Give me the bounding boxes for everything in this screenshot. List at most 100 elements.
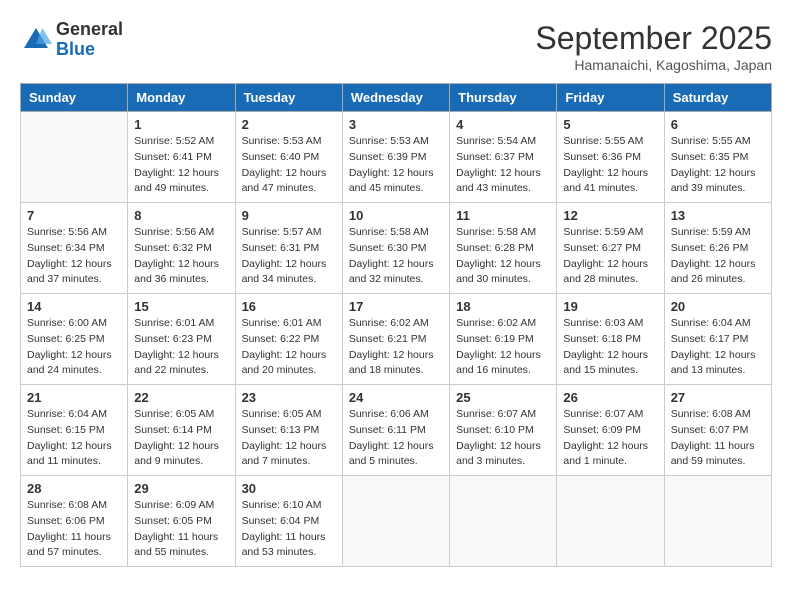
day-number: 29	[134, 481, 228, 496]
calendar-cell: 16 Sunrise: 6:01 AMSunset: 6:22 PMDayligh…	[235, 294, 342, 385]
daylight-label: Daylight: 12 hours and 22 minutes.	[134, 349, 219, 377]
calendar-week-2: 14Sunrise: 6:00 AMSunset: 6:25 PMDayligh…	[21, 294, 772, 385]
daylight-label: Daylight: 11 hours and 59 minutes.	[671, 440, 755, 468]
day-info: Sunrise: 6:01 AM Sunset: 6:23 PM Daylight:…	[134, 316, 228, 379]
sunset-label: Sunset: 6:41 PM	[134, 151, 212, 163]
day-info: Sunrise: 5:58 AMSunset: 6:28 PMDaylight:…	[456, 225, 550, 288]
calendar-cell: 19 Sunrise: 6:03 AMSunset: 6:18 PMDayligh…	[557, 294, 664, 385]
sunrise-label: Sunrise: 5:55 AM	[671, 135, 751, 147]
sunrise-label: Sunrise: 5:53 AM	[242, 135, 322, 147]
day-info: Sunrise: 6:03 AMSunset: 6:18 PMDaylight:…	[563, 316, 657, 379]
sunrise-label: Sunrise: 6:01 AM	[134, 317, 214, 329]
day-number: 17	[349, 299, 443, 314]
daylight-label: Daylight: 12 hours and 36 minutes.	[134, 258, 219, 286]
day-number: 4	[456, 117, 550, 132]
title-block: September 2025 Hamanaichi, Kagoshima, Ja…	[535, 20, 772, 73]
sunset-label: Sunset: 6:18 PM	[563, 333, 641, 345]
day-info: Sunrise: 6:09 AMSunset: 6:05 PMDaylight:…	[134, 498, 228, 561]
sunset-label: Sunset: 6:25 PM	[27, 333, 105, 345]
calendar-cell: 29 Sunrise: 6:09 AMSunset: 6:05 PMDayligh…	[128, 476, 235, 567]
sunrise-label: Sunrise: 6:05 AM	[134, 408, 214, 420]
calendar-cell: 17Sunrise: 6:02 AMSunset: 6:21 PMDayligh…	[342, 294, 449, 385]
calendar-cell: 12Sunrise: 5:59 AMSunset: 6:27 PMDayligh…	[557, 203, 664, 294]
calendar-cell: 15 Sunrise: 6:01 AM Sunset: 6:23 PM Dayligh…	[128, 294, 235, 385]
day-info: Sunrise: 6:01 AMSunset: 6:22 PMDaylight:…	[242, 316, 336, 379]
day-number: 7	[27, 208, 121, 223]
day-number: 19	[563, 299, 657, 314]
day-info: Sunrise: 6:08 AMSunset: 6:07 PMDaylight:…	[671, 407, 765, 470]
day-info: Sunrise: 6:06 AMSunset: 6:11 PMDaylight:…	[349, 407, 443, 470]
day-info: Sunrise: 6:10 AMSunset: 6:04 PMDaylight:…	[242, 498, 336, 561]
day-info: Sunrise: 5:56 AMSunset: 6:32 PMDaylight:…	[134, 225, 228, 288]
sunrise-label: Sunrise: 5:57 AM	[242, 226, 322, 238]
sunset-label: Sunset: 6:21 PM	[349, 333, 427, 345]
daylight-label: Daylight: 12 hours and 39 minutes.	[671, 167, 756, 195]
calendar-cell	[664, 476, 771, 567]
day-number: 10	[349, 208, 443, 223]
daylight-label: Daylight: 12 hours and 45 minutes.	[349, 167, 434, 195]
sunset-label: Sunset: 6:19 PM	[456, 333, 534, 345]
col-header-wednesday: Wednesday	[342, 84, 449, 112]
daylight-label: Daylight: 11 hours and 57 minutes.	[27, 531, 111, 559]
location-subtitle: Hamanaichi, Kagoshima, Japan	[535, 57, 772, 73]
calendar-cell: 5Sunrise: 5:55 AMSunset: 6:36 PMDaylight…	[557, 112, 664, 203]
daylight-label: Daylight: 12 hours and 24 minutes.	[27, 349, 112, 377]
day-info: Sunrise: 5:59 AMSunset: 6:27 PMDaylight:…	[563, 225, 657, 288]
col-header-sunday: Sunday	[21, 84, 128, 112]
calendar-week-0: 1Sunrise: 5:52 AMSunset: 6:41 PMDaylight…	[21, 112, 772, 203]
col-header-monday: Monday	[128, 84, 235, 112]
day-info: Sunrise: 6:08 AM Sunset: 6:06 PM Daylight:…	[27, 498, 121, 561]
sunset-label: Sunset: 6:36 PM	[563, 151, 641, 163]
calendar-cell: 10Sunrise: 5:58 AMSunset: 6:30 PMDayligh…	[342, 203, 449, 294]
sunrise-label: Sunrise: 6:10 AM	[242, 499, 322, 511]
daylight-label: Daylight: 12 hours and 13 minutes.	[671, 349, 756, 377]
day-number: 16	[242, 299, 336, 314]
sunset-label: Sunset: 6:14 PM	[134, 424, 212, 436]
day-number: 14	[27, 299, 121, 314]
sunrise-label: Sunrise: 6:08 AM	[671, 408, 751, 420]
sunrise-label: Sunrise: 6:06 AM	[349, 408, 429, 420]
sunrise-label: Sunrise: 5:59 AM	[563, 226, 643, 238]
day-info: Sunrise: 5:59 AMSunset: 6:26 PMDaylight:…	[671, 225, 765, 288]
sunrise-label: Sunrise: 6:04 AM	[671, 317, 751, 329]
sunset-label: Sunset: 6:23 PM	[134, 333, 212, 345]
sunset-label: Sunset: 6:28 PM	[456, 242, 534, 254]
day-number: 15	[134, 299, 228, 314]
sunrise-label: Sunrise: 5:56 AM	[27, 226, 107, 238]
calendar-cell: 1Sunrise: 5:52 AMSunset: 6:41 PMDaylight…	[128, 112, 235, 203]
sunset-label: Sunset: 6:06 PM	[27, 515, 105, 527]
calendar-cell: 30Sunrise: 6:10 AMSunset: 6:04 PMDayligh…	[235, 476, 342, 567]
sunset-label: Sunset: 6:39 PM	[349, 151, 427, 163]
calendar-cell: 4Sunrise: 5:54 AMSunset: 6:37 PMDaylight…	[450, 112, 557, 203]
sunrise-label: Sunrise: 6:08 AM	[27, 499, 107, 511]
daylight-label: Daylight: 12 hours and 32 minutes.	[349, 258, 434, 286]
sunrise-label: Sunrise: 6:04 AM	[27, 408, 107, 420]
daylight-label: Daylight: 11 hours and 55 minutes.	[134, 531, 218, 559]
sunrise-label: Sunrise: 5:56 AM	[134, 226, 214, 238]
sunrise-label: Sunrise: 6:07 AM	[563, 408, 643, 420]
calendar-cell	[21, 112, 128, 203]
day-info: Sunrise: 5:55 AMSunset: 6:35 PMDaylight:…	[671, 134, 765, 197]
daylight-label: Daylight: 12 hours and 34 minutes.	[242, 258, 327, 286]
month-title: September 2025	[535, 20, 772, 57]
logo-blue-text: Blue	[56, 39, 95, 59]
day-number: 22	[134, 390, 228, 405]
daylight-label: Daylight: 12 hours and 28 minutes.	[563, 258, 648, 286]
day-number: 6	[671, 117, 765, 132]
day-info: Sunrise: 5:53 AMSunset: 6:40 PMDaylight:…	[242, 134, 336, 197]
day-number: 9	[242, 208, 336, 223]
calendar-cell: 18Sunrise: 6:02 AMSunset: 6:19 PMDayligh…	[450, 294, 557, 385]
day-info: Sunrise: 5:52 AMSunset: 6:41 PMDaylight:…	[134, 134, 228, 197]
daylight-label: Daylight: 12 hours and 7 minutes.	[242, 440, 327, 468]
sunset-label: Sunset: 6:15 PM	[27, 424, 105, 436]
sunset-label: Sunset: 6:13 PM	[242, 424, 320, 436]
daylight-label: Daylight: 12 hours and 5 minutes.	[349, 440, 434, 468]
daylight-label: Daylight: 12 hours and 37 minutes.	[27, 258, 112, 286]
day-number: 13	[671, 208, 765, 223]
col-header-tuesday: Tuesday	[235, 84, 342, 112]
calendar-cell: 8Sunrise: 5:56 AMSunset: 6:32 PMDaylight…	[128, 203, 235, 294]
daylight-label: Daylight: 12 hours and 20 minutes.	[242, 349, 327, 377]
day-info: Sunrise: 6:07 AMSunset: 6:09 PMDaylight:…	[563, 407, 657, 470]
calendar-cell: 20Sunrise: 6:04 AMSunset: 6:17 PMDayligh…	[664, 294, 771, 385]
sunrise-label: Sunrise: 5:58 AM	[456, 226, 536, 238]
